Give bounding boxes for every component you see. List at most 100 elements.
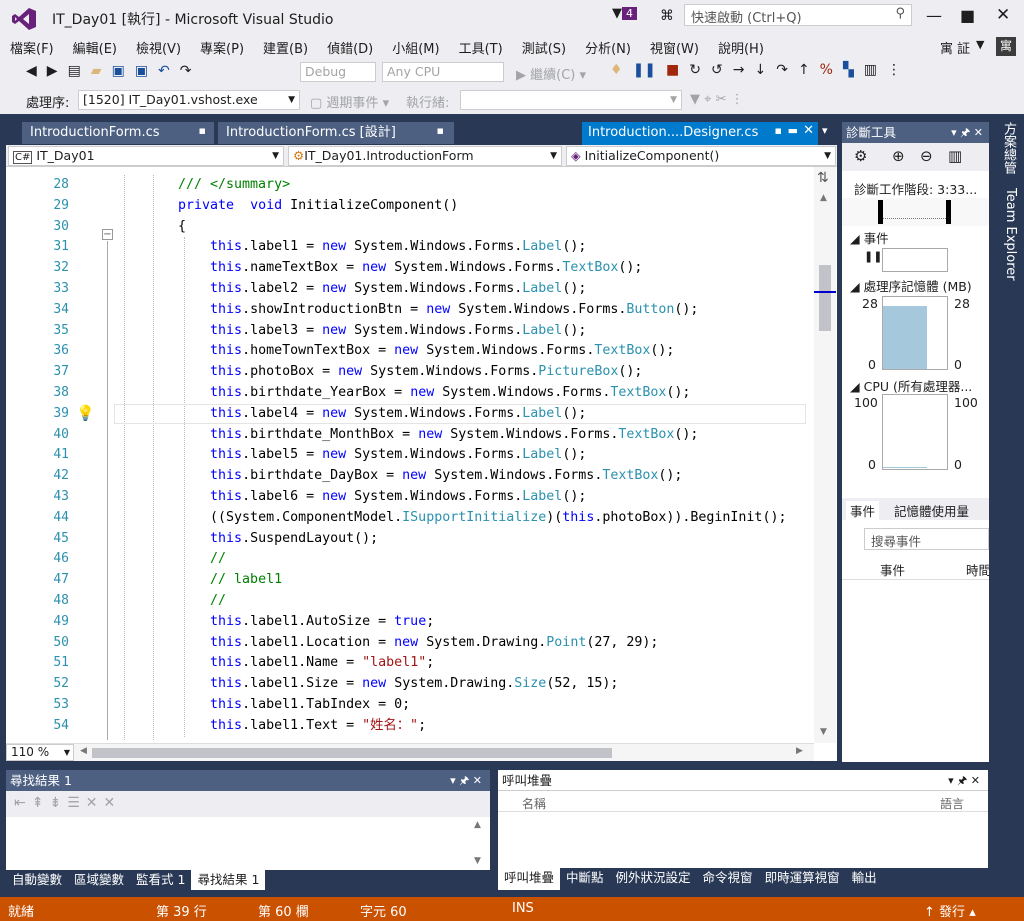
- overflow-icon[interactable]: ⋮: [887, 62, 901, 78]
- menu-item-6[interactable]: 小組(M): [392, 38, 439, 57]
- step-over-icon[interactable]: ↷: [776, 62, 788, 78]
- code-line[interactable]: this.label5 = new System.Windows.Forms.L…: [178, 445, 786, 466]
- code-line[interactable]: this.label1.Location = new System.Drawin…: [178, 633, 786, 654]
- code-line[interactable]: this.label4 = new System.Windows.Forms.L…: [178, 404, 786, 425]
- step-next-icon[interactable]: →: [733, 62, 745, 78]
- tab-events[interactable]: 事件: [846, 501, 880, 520]
- side-tab-team-explorer[interactable]: Team Explorer: [994, 188, 1018, 281]
- layout-icon[interactable]: ▥: [864, 62, 877, 78]
- col-event[interactable]: 事件: [880, 560, 905, 579]
- side-tab-solution-explorer[interactable]: 方案總管: [994, 122, 1018, 174]
- code-line[interactable]: this.SuspendLayout();: [178, 529, 786, 550]
- code-line[interactable]: private void InitializeComponent(): [178, 196, 786, 217]
- code-line[interactable]: this.label3 = new System.Windows.Forms.L…: [178, 321, 786, 342]
- code-line[interactable]: this.label2 = new System.Windows.Forms.L…: [178, 279, 786, 300]
- bottom-tab[interactable]: 中斷點: [560, 868, 610, 890]
- scroll-down-icon[interactable]: ▼: [820, 727, 827, 737]
- menu-item-10[interactable]: 視窗(W): [650, 38, 699, 57]
- chevron-down-icon[interactable]: ▼: [976, 38, 984, 51]
- code-line[interactable]: /// </summary>: [178, 175, 786, 196]
- code-line[interactable]: this.label1.Text = "姓名：";: [178, 716, 786, 737]
- bottom-tab[interactable]: 即時運算視窗: [759, 868, 846, 890]
- feedback-icon[interactable]: ⌘: [660, 8, 674, 24]
- code-line[interactable]: this.label6 = new System.Windows.Forms.L…: [178, 487, 786, 508]
- config-select[interactable]: Debug: [300, 62, 376, 82]
- code-line[interactable]: this.birthdate_DayBox = new System.Windo…: [178, 466, 786, 487]
- search-events-input[interactable]: 搜尋事件: [864, 528, 989, 550]
- menu-item-2[interactable]: 檢視(V): [136, 38, 181, 57]
- tab-overflow-icon[interactable]: ▾: [822, 124, 828, 137]
- code-line[interactable]: {: [178, 217, 786, 238]
- col-time[interactable]: 時間: [966, 560, 989, 579]
- clear-icon[interactable]: ☰: [67, 795, 86, 811]
- col-name[interactable]: 名稱: [522, 795, 546, 812]
- scroll-up-icon[interactable]: ▲: [820, 193, 827, 203]
- code-line[interactable]: this.label1.Size = new System.Drawing.Si…: [178, 674, 786, 695]
- settings-gear-icon[interactable]: ⚙: [854, 147, 867, 165]
- scroll-up-icon[interactable]: ▲: [474, 820, 481, 830]
- code-line[interactable]: this.label1.AutoSize = true;: [178, 612, 786, 633]
- lifecycle-events-button[interactable]: ▢ 週期事件 ▾: [310, 92, 389, 111]
- panel-controls-icon[interactable]: ▾ 🖈 ✕: [948, 770, 980, 791]
- break-all-icon[interactable]: ❚❚: [633, 62, 656, 78]
- bottom-tab[interactable]: 自動變數: [6, 870, 68, 890]
- pin-icon[interactable]: ▪: [199, 124, 206, 137]
- tab-memory-usage[interactable]: 記憶體使用量: [894, 501, 969, 520]
- scroll-right-icon[interactable]: ▶: [796, 746, 803, 756]
- menu-item-1[interactable]: 編輯(E): [73, 38, 117, 57]
- bottom-tab[interactable]: 輸出: [846, 868, 883, 890]
- code-line[interactable]: this.birthdate_MonthBox = new System.Win…: [178, 425, 786, 446]
- forward-icon[interactable]: ▶: [47, 63, 58, 79]
- quick-launch-input[interactable]: 快速啟動 (Ctrl+Q) ⚲: [684, 4, 912, 26]
- new-project-icon[interactable]: ▤: [68, 63, 81, 79]
- bottom-tab[interactable]: 尋找結果 1: [191, 870, 266, 890]
- redo-icon[interactable]: ↷: [180, 63, 192, 79]
- code-line[interactable]: // label1: [178, 570, 786, 591]
- restart-icon[interactable]: ↻: [689, 62, 701, 78]
- user-name[interactable]: 寓 証: [940, 38, 970, 57]
- code-line[interactable]: this.label1.Name = "label1";: [178, 653, 786, 674]
- col-language[interactable]: 語言: [940, 795, 964, 812]
- next-result-icon[interactable]: ⇟: [49, 795, 67, 811]
- code-line[interactable]: //: [178, 591, 786, 612]
- menu-item-11[interactable]: 說明(H): [718, 38, 764, 57]
- pause-icon[interactable]: ❚❚: [864, 250, 882, 263]
- keep-open-icon[interactable]: ▬: [788, 124, 798, 137]
- platform-select[interactable]: Any CPU: [382, 62, 504, 82]
- hex-icon[interactable]: %: [820, 62, 833, 78]
- split-icon[interactable]: ⇅: [817, 170, 829, 186]
- class-dropdown[interactable]: ⚙IT_Day01.IntroductionForm ▼: [288, 146, 562, 166]
- lightbulb-icon[interactable]: 💡: [76, 404, 95, 422]
- code-area[interactable]: 28 29 30 31 32 33 34 35 36 37 38 39 40 41 42 43 44 45 46 47…: [6, 175, 806, 740]
- open-file-icon[interactable]: ▰: [91, 63, 102, 79]
- member-dropdown[interactable]: ◈ InitializeComponent() ▼: [566, 146, 836, 166]
- thread-select[interactable]: ▼: [460, 90, 682, 110]
- code-line[interactable]: this.homeTownTextBox = new System.Window…: [178, 341, 786, 362]
- close-button[interactable]: ✕: [996, 5, 1010, 25]
- thread-icon[interactable]: ▚: [843, 62, 854, 78]
- scroll-left-icon[interactable]: ◀: [80, 746, 87, 756]
- chart-icon[interactable]: ▥: [948, 147, 962, 165]
- maximize-button[interactable]: ■: [960, 6, 975, 25]
- step-out-icon[interactable]: ↑: [798, 62, 810, 78]
- process-icon[interactable]: ♦: [610, 62, 623, 78]
- zoom-select[interactable]: 110 % ▼: [6, 744, 74, 761]
- code-line[interactable]: this.nameTextBox = new System.Windows.Fo…: [178, 258, 786, 279]
- undo-icon[interactable]: ↶: [158, 63, 170, 79]
- menu-item-4[interactable]: 建置(B): [263, 38, 308, 57]
- code-line[interactable]: //: [178, 549, 786, 570]
- goto-icon[interactable]: ⇤: [14, 795, 32, 811]
- prev-result-icon[interactable]: ⇞: [32, 795, 50, 811]
- tab-introductionform-designer[interactable]: IntroductionForm.cs [設計] ▪: [218, 122, 454, 144]
- code-line[interactable]: this.photoBox = new System.Windows.Forms…: [178, 362, 786, 383]
- thread-flags-icon[interactable]: ▼ ⌖ ✂ ⋮: [690, 92, 744, 107]
- bottom-tab[interactable]: 區域變數: [68, 870, 130, 890]
- panel-controls-icon[interactable]: ▾ 🖈 ✕: [450, 770, 482, 791]
- stop-search-icon[interactable]: ✕: [104, 795, 122, 811]
- code-line[interactable]: this.showIntroductionBtn = new System.Wi…: [178, 300, 786, 321]
- notifications-icon[interactable]: ▼ 4: [612, 6, 637, 21]
- menu-item-0[interactable]: 檔案(F): [10, 38, 54, 57]
- bottom-tab[interactable]: 呼叫堆疊: [498, 868, 561, 890]
- close-tab-icon[interactable]: ✕: [803, 123, 814, 138]
- save-all-icon[interactable]: ▣: [135, 63, 148, 79]
